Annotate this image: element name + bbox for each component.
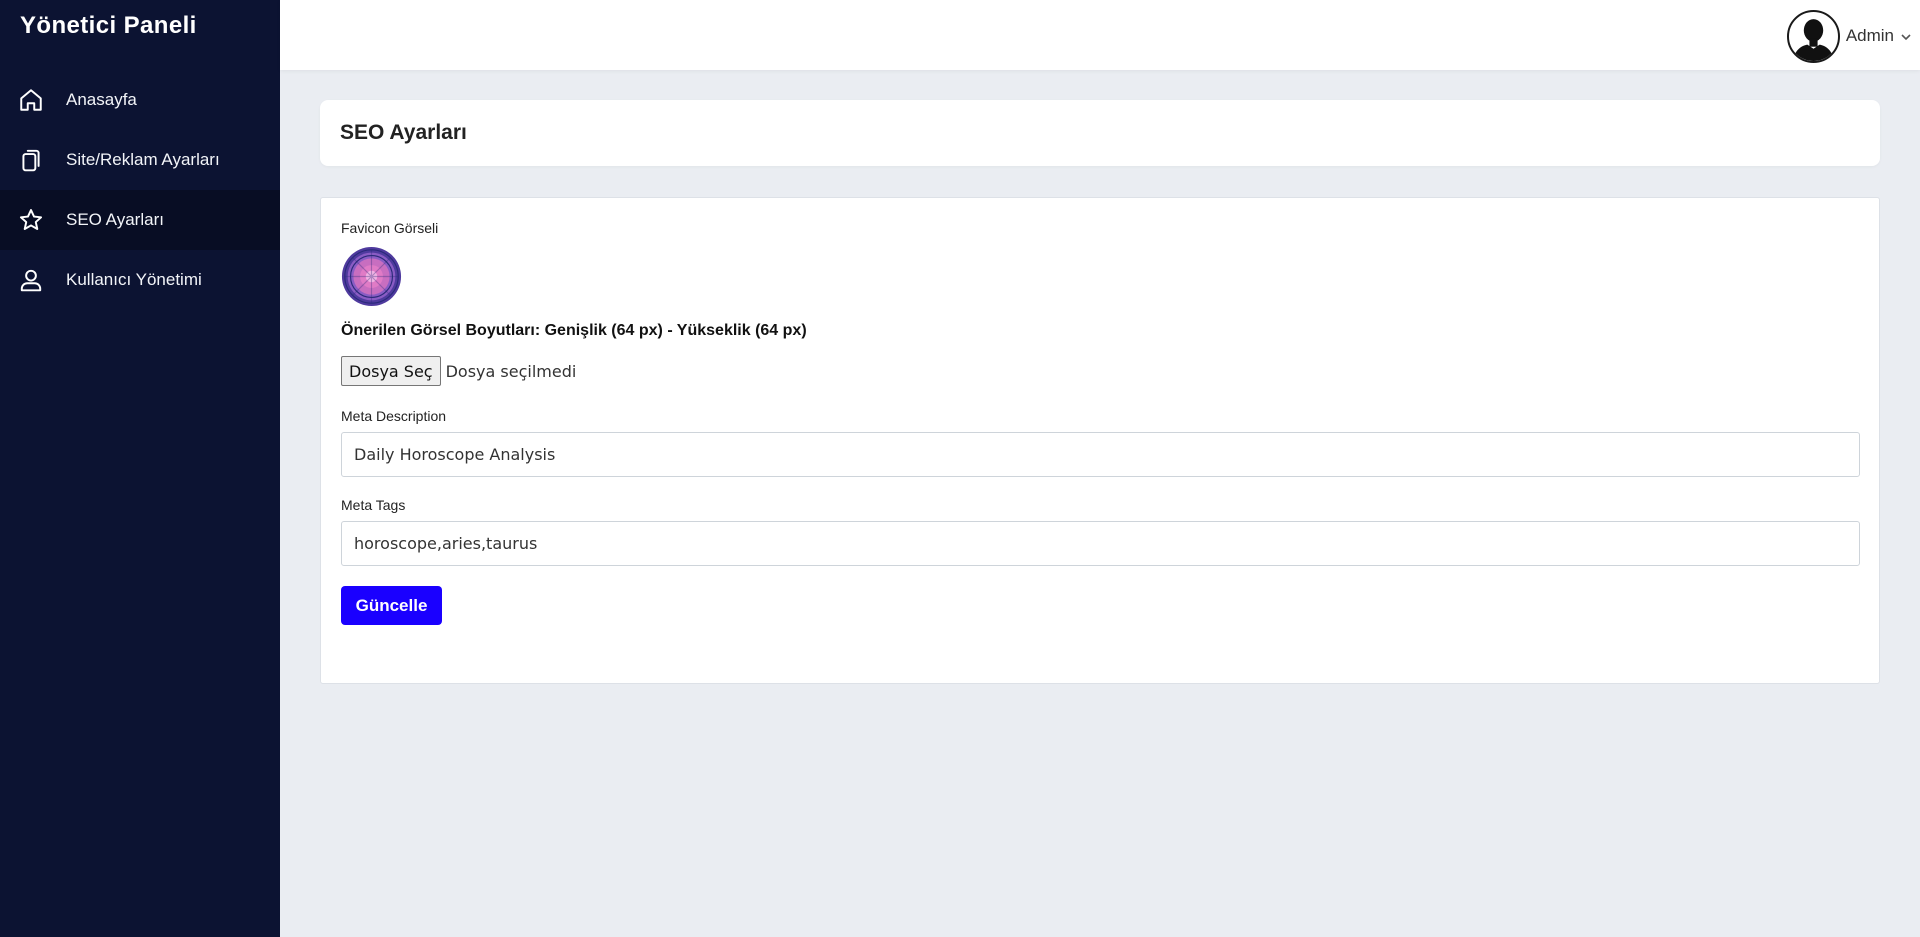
home-icon: [18, 87, 44, 113]
user-icon: [18, 267, 44, 293]
meta-tags-input[interactable]: horoscope,aries,taurus: [341, 521, 1860, 566]
file-upload: Dosya Seç Dosya seçilmedi: [341, 356, 1859, 386]
meta-description-input[interactable]: Daily Horoscope Analysis: [341, 432, 1860, 477]
meta-description-label: Meta Description: [341, 408, 447, 424]
user-name: Admin: [1845, 26, 1894, 45]
sidebar-nav: Anasayfa Site/Reklam Ayarları SEO Ayarla…: [0, 70, 280, 310]
favicon-image: [341, 246, 402, 307]
brand-title: Yönetici Paneli: [20, 12, 197, 39]
sidebar-item-kullanici[interactable]: Kullanıcı Yönetimi: [0, 250, 280, 310]
chevron-down-icon: [1900, 30, 1912, 42]
sidebar-item-label: Kullanıcı Yönetimi: [66, 270, 202, 289]
user-silhouette-icon: [1792, 18, 1834, 61]
sidebar-item-label: Site/Reklam Ayarları: [66, 150, 220, 169]
choose-file-button[interactable]: Dosya Seç: [341, 356, 441, 386]
star-icon: [18, 207, 44, 233]
sidebar-item-label: Anasayfa: [66, 90, 137, 109]
file-status: Dosya seçilmedi: [445, 361, 577, 381]
sidebar-item-site-reklam[interactable]: Site/Reklam Ayarları: [0, 130, 280, 190]
favicon-label: Favicon Görseli: [341, 220, 439, 236]
image-size-note: Önerilen Görsel Boyutları: Genişlik (64 …: [341, 322, 807, 339]
user-menu[interactable]: Admin: [1786, 9, 1920, 63]
sidebar-item-label: SEO Ayarları: [66, 210, 164, 229]
meta-tags-label: Meta Tags: [341, 497, 406, 513]
sidebar-item-seo[interactable]: SEO Ayarları: [0, 190, 280, 250]
update-button[interactable]: Güncelle: [341, 586, 442, 625]
sidebar-item-anasayfa[interactable]: Anasayfa: [0, 70, 280, 130]
seo-form: Favicon Görseli Önerilen Görsel Boyutlar…: [320, 197, 1880, 684]
sidebar: Yönetici Paneli Anasayfa Site/Reklam Aya…: [0, 0, 280, 937]
topbar: Admin: [280, 0, 1920, 70]
page-title: SEO Ayarları: [340, 121, 467, 144]
page-title-card: SEO Ayarları: [320, 100, 1880, 166]
avatar: [1786, 9, 1840, 63]
copy-icon: [18, 147, 44, 173]
